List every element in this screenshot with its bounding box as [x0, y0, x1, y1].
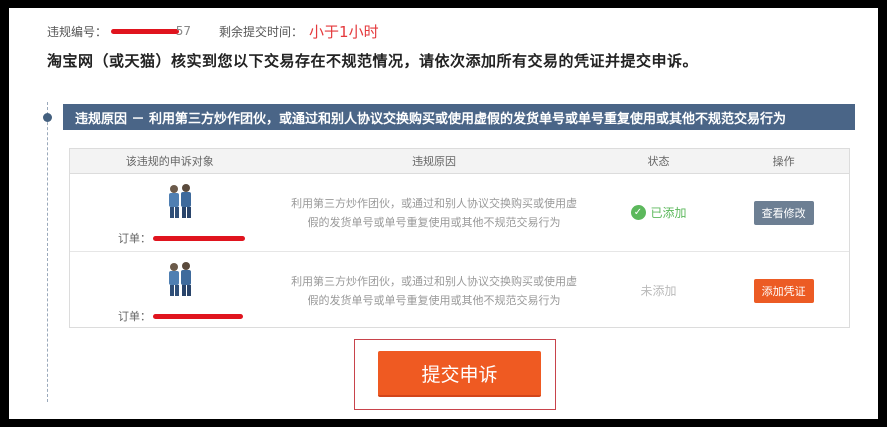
appeal-object-cell: 订单：: [70, 174, 269, 251]
order-label: 订单：: [118, 232, 151, 245]
product-thumbnail[interactable]: [163, 180, 197, 220]
violation-reason-text: 违规原因 － 利用第三方炒作团伙，或通过和别人协议交换购买或使用虚假的发货单号或…: [75, 111, 787, 127]
table-row: 订单： 利用第三方炒作团伙，或通过和别人协议交换购买或使用虚假的发货单号或单号重…: [70, 174, 849, 252]
status-added: ✓ 已添加: [630, 204, 687, 221]
notice-text: 淘宝网（或天猫）核实到您以下交易存在不规范情况，请依次添加所有交易的凭证并提交申…: [47, 52, 699, 70]
order-line: 订单：: [118, 308, 245, 324]
remaining-time-label: 剩余提交时间：: [219, 24, 304, 39]
violation-no-label: 违规编号：: [47, 24, 108, 39]
timeline-dot: [43, 113, 52, 122]
violation-no-value: 57: [111, 24, 191, 38]
check-circle-icon: ✓: [630, 205, 646, 220]
column-header-reason: 违规原因: [412, 155, 457, 168]
violation-reason-cell: 利用第三方炒作团伙，或通过和别人协议交换购买或使用虚假的发货单号或单号重复使用或…: [291, 196, 578, 229]
appeal-table: 该违规的申诉对象 违规原因 状态 操作 订单： 利用第三方炒作团伙，或通过和别人…: [69, 148, 850, 328]
order-line: 订单：: [118, 230, 245, 246]
status-label: 已添加: [650, 206, 687, 220]
violation-no-tail: 57: [175, 24, 192, 38]
redaction-mark: [153, 236, 245, 241]
column-header-status: 状态: [647, 155, 670, 168]
status-cell: ✓ 已添加: [599, 204, 719, 221]
add-evidence-button[interactable]: 添加凭证: [753, 278, 814, 303]
column-header-action: 操作: [772, 155, 795, 168]
remaining-time-value: 小于1小时: [309, 22, 379, 41]
table-header: 该违规的申诉对象 违规原因 状态 操作: [70, 149, 849, 174]
order-number[interactable]: [153, 232, 245, 244]
submit-highlight-box: 提交申诉: [354, 339, 556, 410]
order-number[interactable]: [153, 310, 245, 322]
redaction-mark: [153, 314, 243, 319]
violation-reason-cell: 利用第三方炒作团伙，或通过和别人协议交换购买或使用虚假的发货单号或单号重复使用或…: [291, 274, 578, 307]
column-header-object: 该违规的申诉对象: [125, 155, 214, 168]
action-cell: 添加凭证: [718, 278, 849, 303]
order-label: 订单：: [118, 310, 151, 323]
table-row: 订单： 利用第三方炒作团伙，或通过和别人协议交换购买或使用虚假的发货单号或单号重…: [70, 252, 849, 329]
product-thumbnail[interactable]: [163, 258, 197, 298]
view-edit-button[interactable]: 查看修改: [753, 200, 814, 225]
action-cell: 查看修改: [718, 200, 849, 225]
status-cell: 未添加: [599, 282, 719, 299]
timeline-line: [47, 102, 48, 402]
violation-reason-banner: 违规原因 － 利用第三方炒作团伙，或通过和别人协议交换购买或使用虚假的发货单号或…: [63, 104, 855, 130]
submit-appeal-button[interactable]: 提交申诉: [378, 351, 541, 397]
appeal-object-cell: 订单：: [70, 252, 269, 329]
status-label: 未添加: [640, 284, 677, 298]
header-line: 违规编号： 57 剩余提交时间： 小于1小时: [47, 20, 379, 42]
appeal-panel: 违规编号： 57 剩余提交时间： 小于1小时 淘宝网（或天猫）核实到您以下交易存…: [9, 8, 878, 419]
redaction-mark: [111, 29, 180, 34]
